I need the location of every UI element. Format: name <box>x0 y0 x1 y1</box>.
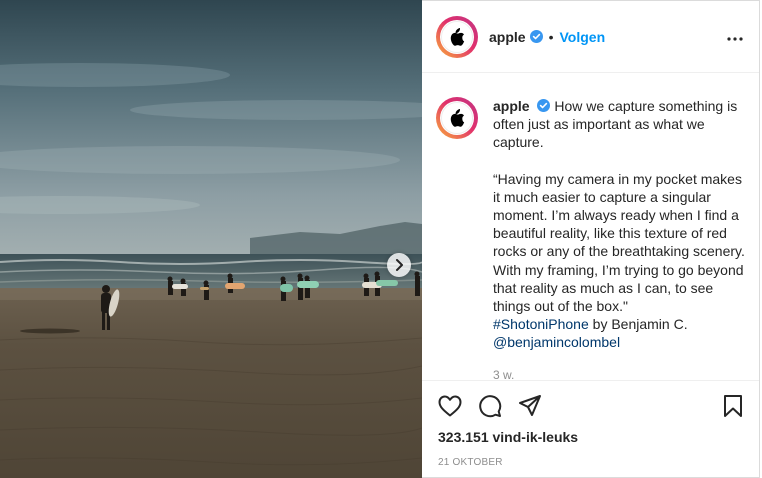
caption-text: apple How we capture something is often … <box>493 97 745 384</box>
hashtag-link[interactable]: #ShotoniPhone <box>493 316 589 332</box>
comment-button[interactable] <box>478 394 502 418</box>
comment-icon <box>479 395 502 418</box>
save-button[interactable] <box>723 394 743 418</box>
mention-link[interactable]: @benjamincolombel <box>493 334 620 350</box>
follow-button[interactable]: Volgen <box>559 29 605 45</box>
post-actions: 323.151 vind-ik-leuks 21 OKTOBER <box>422 380 759 478</box>
likes-count[interactable]: 323.151 vind-ik-leuks <box>422 421 759 445</box>
instagram-post: apple • Volgen apple How we capture some… <box>0 0 762 478</box>
caption-intro-paragraph: apple How we capture something is often … <box>493 97 745 152</box>
share-icon <box>519 395 541 416</box>
post-photo[interactable] <box>0 0 422 478</box>
more-icon <box>727 37 743 41</box>
caption-byline: by Benjamin C. <box>588 316 688 333</box>
caption-avatar[interactable] <box>436 97 478 139</box>
beach-surfers-image <box>0 0 422 478</box>
caption-intro: How we capture something is often just a… <box>493 98 738 151</box>
caption-comment: apple How we capture something is often … <box>436 97 745 384</box>
caption-quote: “Having my camera in my pocket makes it … <box>493 170 745 315</box>
heart-icon <box>438 395 462 417</box>
avatar[interactable] <box>436 15 478 58</box>
share-button[interactable] <box>518 394 542 418</box>
comments-section: apple How we capture something is often … <box>422 73 759 382</box>
apple-logo-icon <box>450 109 465 127</box>
post-header: apple • Volgen <box>422 1 759 73</box>
like-button[interactable] <box>438 395 462 417</box>
post-side-panel: apple • Volgen apple How we capture some… <box>422 0 760 478</box>
verified-icon <box>529 30 543 43</box>
caption-username[interactable]: apple <box>493 98 530 114</box>
chevron-right-icon <box>396 259 403 271</box>
more-options-button[interactable] <box>727 28 743 46</box>
caption-quote-paragraph: “Having my camera in my pocket makes it … <box>493 170 745 352</box>
verified-icon <box>537 99 551 112</box>
bookmark-icon <box>724 395 742 417</box>
action-icons-row <box>422 381 759 421</box>
next-photo-button[interactable] <box>387 253 411 277</box>
post-date[interactable]: 21 OKTOBER <box>422 445 759 468</box>
apple-logo-icon <box>450 27 465 46</box>
header-username[interactable]: apple <box>489 29 526 45</box>
separator-dot: • <box>548 28 554 45</box>
